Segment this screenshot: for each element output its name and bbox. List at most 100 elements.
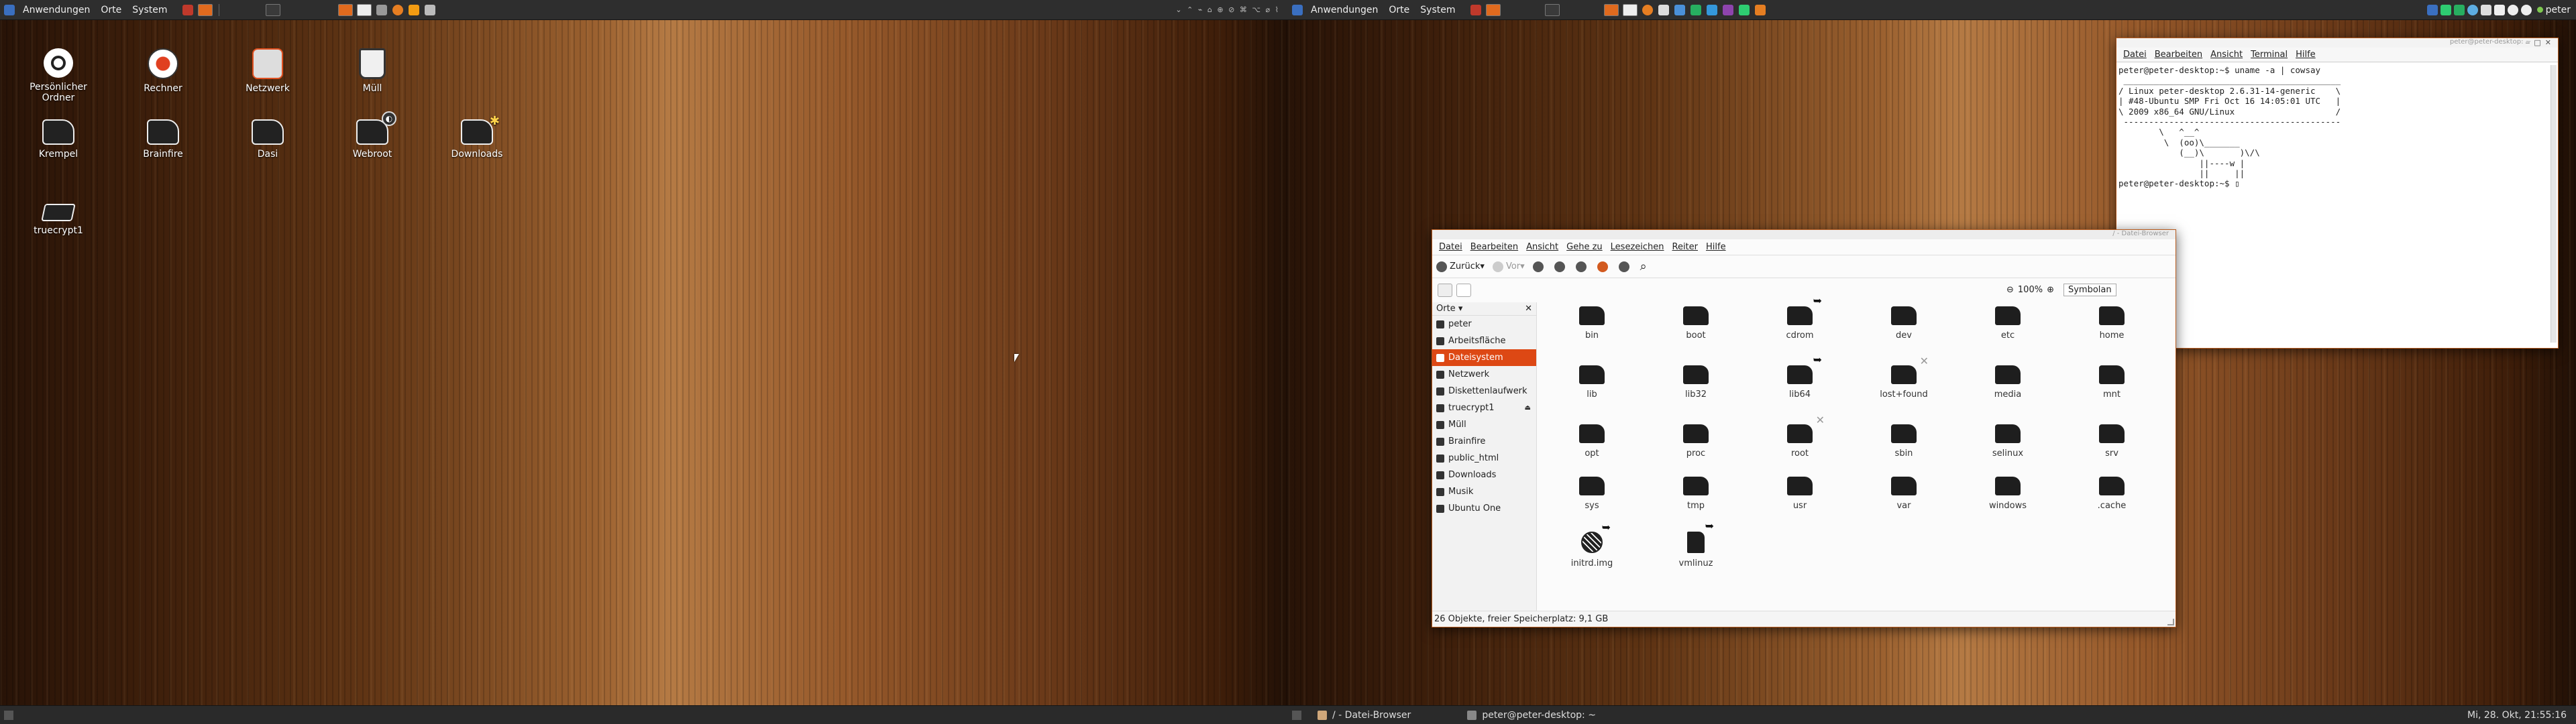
tray-icon[interactable]	[2426, 4, 2438, 15]
resize-grip-icon[interactable]	[2167, 619, 2174, 625]
desktop-icon-truecrypt1[interactable]: truecrypt1	[15, 194, 102, 236]
menu-gehe-zu[interactable]: Gehe zu	[1562, 242, 1607, 252]
launcher-icon[interactable]	[1658, 4, 1669, 15]
file-item[interactable]: bin	[1545, 306, 1639, 341]
launcher-icon[interactable]	[408, 4, 419, 15]
sidebar-item[interactable]: Downloads	[1432, 467, 1536, 483]
file-item[interactable]: home	[2065, 306, 2159, 341]
launcher-icon[interactable]	[1738, 4, 1750, 15]
forward-button[interactable]: Vor ▾	[1492, 261, 1525, 272]
menu-anwendungen[interactable]: Anwendungen	[17, 5, 95, 15]
task-file-browser[interactable]: / - Datei-Browser	[1309, 707, 1419, 723]
file-item[interactable]: ✕ root	[1753, 414, 1847, 459]
window-list-icon[interactable]	[1544, 3, 1560, 16]
firefox-icon[interactable]	[392, 4, 403, 15]
file-item[interactable]: ➥ lib64	[1753, 353, 1847, 400]
file-item[interactable]: ➥ initrd.img	[1545, 521, 1639, 568]
close-icon[interactable]: ✕	[1525, 304, 1532, 314]
file-item[interactable]: lib	[1545, 365, 1639, 400]
desktop-icon-downloads[interactable]: ✱ Downloads	[433, 114, 521, 160]
zoom-in-icon[interactable]: ⊕	[2047, 285, 2054, 295]
sidebar-item[interactable]: Musik	[1432, 483, 1536, 500]
file-item[interactable]: ✕ lost+found	[1857, 355, 1951, 400]
skype-icon[interactable]	[1706, 4, 1717, 15]
menu-ansicht[interactable]: Ansicht	[1522, 242, 1562, 252]
launcher-icon[interactable]	[1754, 4, 1766, 15]
file-item[interactable]: ➥ vmlinuz	[1649, 520, 1743, 568]
titlebar[interactable]: peter@peter-desktop: ~ ‒□✕	[2116, 38, 2558, 48]
sidebar-header[interactable]: Orte ▾ ✕	[1432, 302, 1536, 316]
tray-icon[interactable]	[2467, 4, 2478, 15]
terminal-output[interactable]: peter@peter-desktop:~$ uname -a | cowsay…	[2116, 62, 2558, 192]
file-item[interactable]: boot	[1649, 306, 1743, 341]
sidebar-item[interactable]: truecrypt1 ⏏	[1432, 400, 1536, 416]
file-item[interactable]: usr	[1753, 477, 1847, 511]
menu-terminal[interactable]: Terminal	[2247, 50, 2292, 60]
desktop-icon-webroot[interactable]: ◐ Webroot	[329, 111, 416, 160]
reload-button[interactable]	[1575, 261, 1589, 272]
workspace-button[interactable]	[1485, 3, 1501, 16]
file-item[interactable]: .cache	[2065, 477, 2159, 511]
file-item[interactable]: opt	[1545, 424, 1639, 459]
desktop-icon-home[interactable]: Persönlicher Ordner	[15, 48, 102, 103]
terminal-launcher-icon[interactable]	[376, 4, 387, 15]
sidebar-item[interactable]: public_html	[1432, 450, 1536, 467]
menu-reiter[interactable]: Reiter	[1668, 242, 1703, 252]
launcher-icon[interactable]	[1470, 4, 1481, 15]
back-button[interactable]: Zurück ▾	[1436, 261, 1485, 272]
menu-bearbeiten[interactable]: Bearbeiten	[2151, 50, 2206, 60]
volume-icon[interactable]	[2507, 4, 2518, 15]
menu-lesezeichen[interactable]: Lesezeichen	[1607, 242, 1668, 252]
file-item[interactable]: sys	[1545, 477, 1639, 511]
desktop-icon-brainfire[interactable]: Brainfire	[119, 115, 207, 160]
file-item[interactable]: var	[1857, 477, 1951, 511]
file-item[interactable]: srv	[2065, 424, 2159, 459]
menu-system[interactable]: System	[127, 5, 172, 15]
sidebar-item[interactable]: Brainfire	[1432, 433, 1536, 450]
task-terminal[interactable]: peter@peter-desktop: ~	[1459, 707, 1604, 723]
firefox-icon[interactable]	[1642, 4, 1653, 15]
up-button[interactable]	[1532, 261, 1546, 272]
menu-orte[interactable]: Orte	[95, 5, 127, 15]
file-item[interactable]: lib32	[1649, 365, 1743, 400]
desktop-icon-computer[interactable]: Rechner	[119, 48, 207, 94]
file-item[interactable]: dev	[1857, 306, 1951, 341]
menu-hilfe[interactable]: Hilfe	[2292, 50, 2320, 60]
file-item[interactable]: windows	[1961, 477, 2055, 511]
stop-button[interactable]	[1554, 261, 1568, 272]
sidebar-item[interactable]: Dateisystem	[1432, 349, 1536, 366]
menu-anwendungen[interactable]: Anwendungen	[1305, 5, 1383, 15]
window-list-icon[interactable]	[265, 3, 280, 16]
tray-icon[interactable]	[2440, 4, 2451, 15]
sidebar-item[interactable]: peter	[1432, 316, 1536, 333]
titlebar[interactable]: / - Datei-Browser	[1432, 230, 2176, 239]
launcher-icon[interactable]	[424, 4, 435, 15]
sidebar-item[interactable]: Müll	[1432, 416, 1536, 433]
clock[interactable]: Mi, 28. Okt, 21:55:16	[2467, 710, 2567, 721]
workspace-1[interactable]	[1603, 3, 1619, 16]
menu-system[interactable]: System	[1415, 5, 1460, 15]
terminal-window[interactable]: peter@peter-desktop: ~ ‒□✕ Datei Bearbei…	[2116, 38, 2559, 349]
show-desktop-icon[interactable]	[1292, 710, 1301, 720]
menu-datei[interactable]: Datei	[1435, 242, 1466, 252]
view-mode-select[interactable]: Symbolan	[2063, 284, 2116, 296]
file-item[interactable]: media	[1961, 365, 2055, 400]
sidebar-item[interactable]: Ubuntu One	[1432, 500, 1536, 517]
workspace-1[interactable]	[337, 3, 353, 16]
mail-icon[interactable]	[2480, 4, 2491, 15]
sidebar-item[interactable]: Arbeitsfläche	[1432, 333, 1536, 349]
tray-icons[interactable]: ⌄ ⌃ ⌁ ⌂ ⊕ ⊘ ⌘ ⌥ ⌀ ⌇	[1175, 5, 1280, 14]
ubuntu-menu-icon[interactable]	[1292, 4, 1303, 15]
show-desktop-icon[interactable]	[4, 710, 13, 720]
workspace-2[interactable]	[356, 3, 372, 16]
menu-bearbeiten[interactable]: Bearbeiten	[1466, 242, 1522, 252]
workspace-2[interactable]	[1622, 3, 1638, 16]
launcher-icon[interactable]	[1690, 4, 1701, 15]
desktop-icon-network[interactable]: Netzwerk	[224, 48, 311, 94]
file-item[interactable]: proc	[1649, 424, 1743, 459]
file-item[interactable]: selinux	[1961, 424, 2055, 459]
file-browser-window[interactable]: / - Datei-Browser Datei Bearbeiten Ansic…	[1432, 229, 2176, 627]
home-button[interactable]	[1597, 261, 1611, 272]
workspace-button[interactable]	[197, 3, 213, 16]
search-button[interactable]: ⌕	[1640, 259, 1647, 274]
